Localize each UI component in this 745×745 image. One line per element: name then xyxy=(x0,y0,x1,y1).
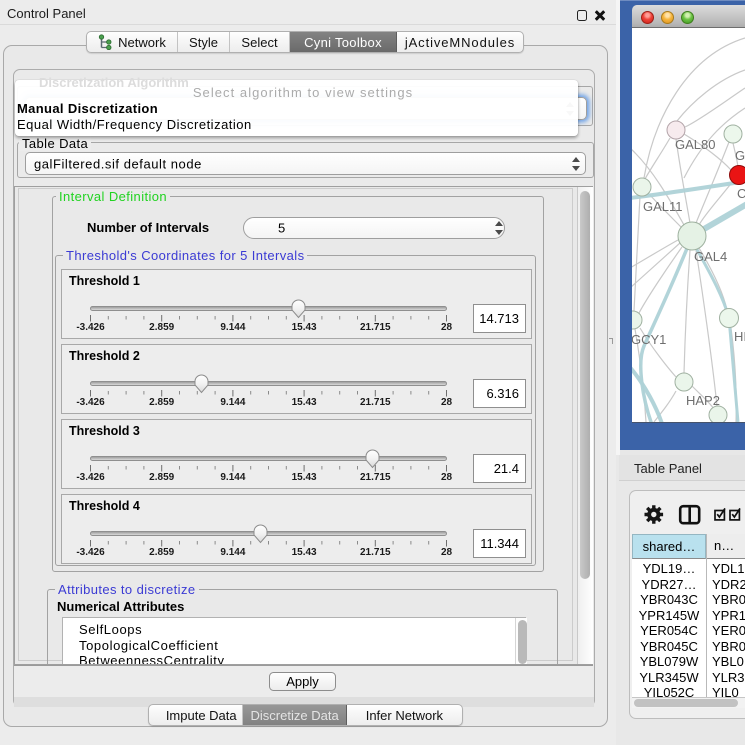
svg-text:GAL11: GAL11 xyxy=(643,199,683,214)
svg-text:GAL4: GAL4 xyxy=(694,249,727,264)
svg-text:GA: GA xyxy=(735,148,745,163)
svg-text:HAP2: HAP2 xyxy=(686,393,720,408)
svg-text:CY: CY xyxy=(737,186,745,201)
svg-text:HI: HI xyxy=(734,329,745,344)
svg-text:GCY1: GCY1 xyxy=(632,332,666,347)
svg-text:GAL80: GAL80 xyxy=(675,137,715,152)
